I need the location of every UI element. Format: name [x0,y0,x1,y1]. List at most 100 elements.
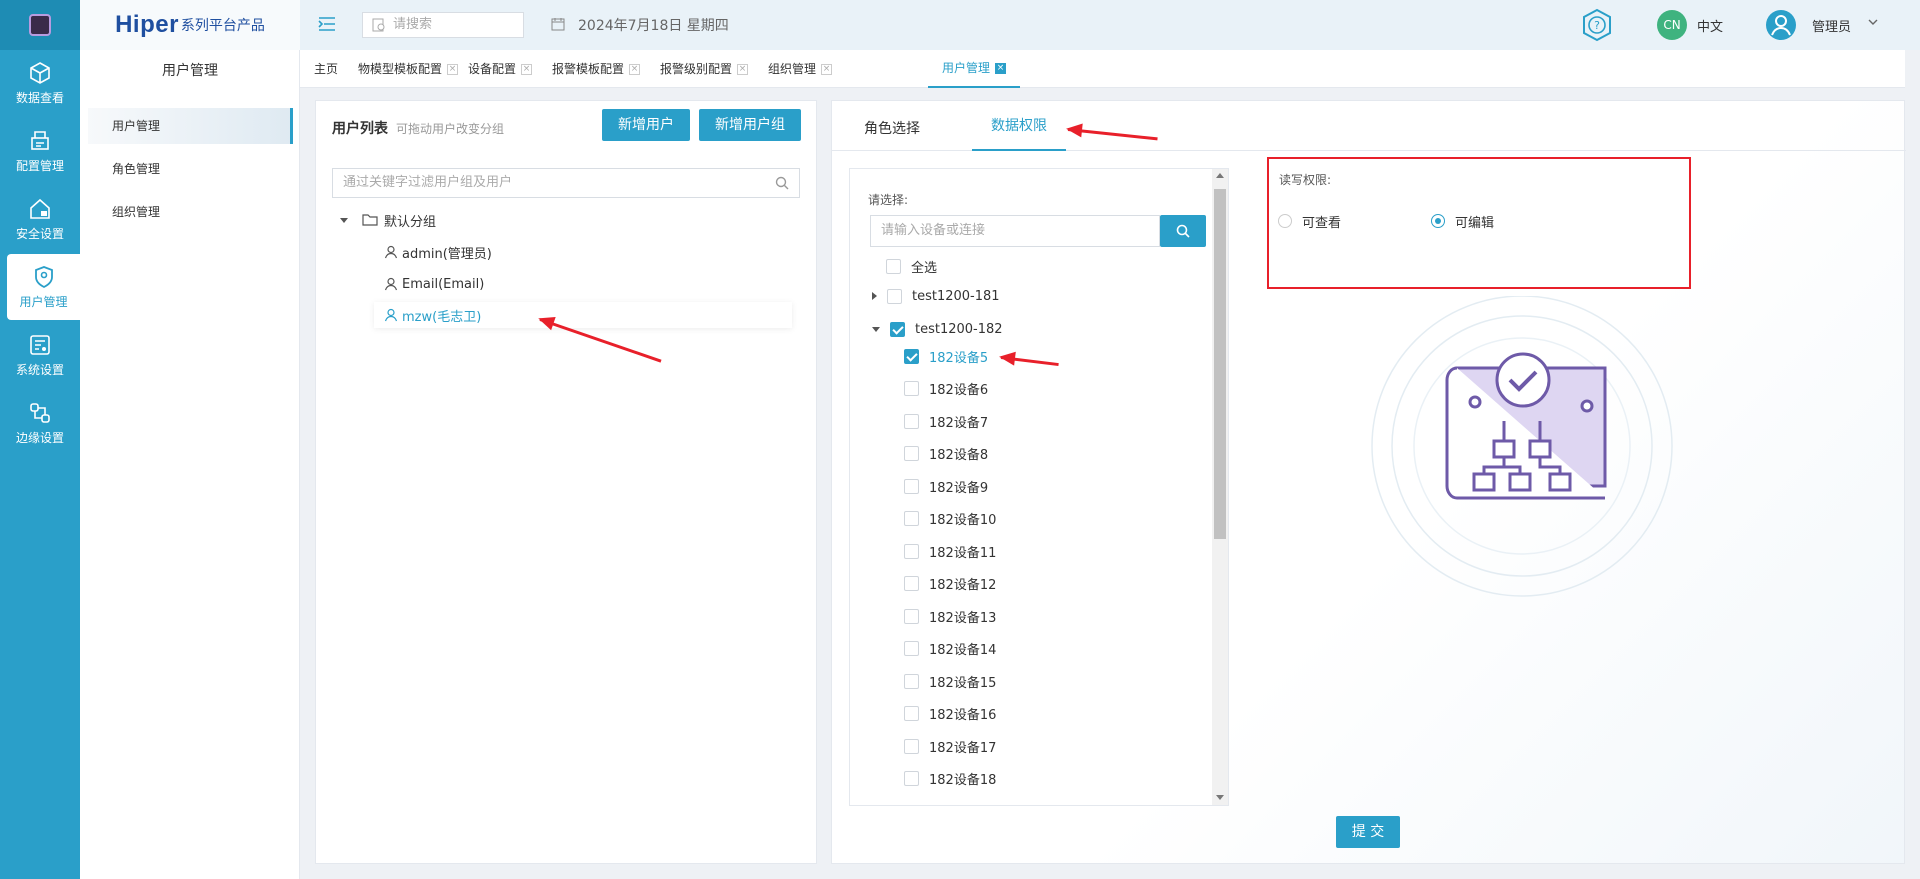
rail-item-label: 边缘设置 [15,430,64,445]
home-lock-icon [30,198,50,219]
node-label: test1200-181 [912,288,1000,304]
submenu-item-role[interactable]: 角色管理 [88,151,293,187]
device-item[interactable]: 182设备10 [904,506,996,532]
device-item[interactable]: 182设备18 [904,766,996,792]
submit-button[interactable]: 提 交 [1336,816,1400,848]
device-item[interactable]: 182设备16 [904,701,996,727]
submenu-item-org[interactable]: 组织管理 [88,194,293,230]
rw-option-edit[interactable]: 可编辑 [1431,208,1494,234]
scrollbar-thumb[interactable] [1214,189,1226,539]
device-checkbox[interactable] [904,673,919,689]
tab-alarm-template[interactable]: 报警模板配置 × [552,50,641,88]
device-search-button[interactable] [1160,215,1206,247]
tab-data-permission[interactable]: 数据权限 [972,101,1066,151]
device-checkbox[interactable] [904,478,919,494]
device-checkbox[interactable] [904,576,919,591]
add-user-button[interactable]: 新增用户 [602,109,690,141]
close-icon[interactable]: × [629,63,641,75]
close-icon[interactable]: × [737,63,749,75]
tab-device-config[interactable]: 设备配置 × [468,50,533,88]
select-all-checkbox[interactable] [886,258,901,274]
add-user-group-button[interactable]: 新增用户组 [699,109,801,141]
global-search-input[interactable]: 请搜索 [362,12,524,38]
device-checkbox[interactable] [904,348,919,364]
tab-org-mgmt[interactable]: 组织管理 × [768,50,833,88]
expand-caret-icon[interactable] [340,217,348,223]
close-icon[interactable]: × [521,63,533,75]
device-group-node[interactable]: test1200-181 [872,283,1000,309]
group-label: 默认分组 [384,214,437,230]
device-item[interactable]: 182设备11 [904,538,996,564]
expand-caret-icon[interactable] [872,292,877,300]
device-checkbox[interactable] [904,608,919,624]
device-checkbox[interactable] [904,446,919,461]
device-item[interactable]: 182设备17 [904,733,996,759]
permission-panel: 角色选择 数据权限 请选择: 请输入设备或连接 全选 test1200-181 t… [831,100,1906,864]
device-checkbox[interactable] [904,543,919,559]
node-label: test1200-182 [915,321,1003,337]
device-checkbox[interactable] [904,511,919,526]
rail-item-edge[interactable]: 边缘设置 [0,390,80,456]
device-item[interactable]: 182设备14 [904,636,996,662]
tab-alarm-level[interactable]: 报警级别配置 × [660,50,749,88]
device-item[interactable]: 182设备12 [904,571,996,597]
device-checkbox[interactable] [904,706,919,721]
rail-item-label: 安全设置 [15,226,64,241]
user-label: Email(Email) [402,276,485,292]
device-checkbox[interactable] [904,738,919,754]
tab-user-mgmt[interactable]: 用户管理 × [928,50,1021,88]
user-node-mzw[interactable]: mzw(毛志卫) [374,302,792,328]
scrollbar[interactable] [1212,169,1228,805]
rail-item-security[interactable]: 安全设置 [0,186,80,252]
close-icon[interactable]: × [821,63,833,75]
rail-item-config[interactable]: 配置管理 [0,118,80,184]
tab-role-select[interactable]: 角色选择 [864,118,920,138]
menu-toggle-icon[interactable] [318,16,336,32]
user-filter-input[interactable]: 通过关键字过滤用户组及用户 [332,168,800,198]
search-icon[interactable] [775,176,789,190]
radio-view[interactable] [1278,214,1292,228]
device-item[interactable]: 182设备6 [904,376,988,402]
device-group-node[interactable]: test1200-182 [872,316,1003,342]
rail-item-system[interactable]: 系统设置 [0,322,80,388]
user-node-admin[interactable]: admin(管理员) [384,239,492,265]
device-item[interactable]: 182设备15 [904,668,996,694]
submenu-item-user[interactable]: 用户管理 [88,108,293,144]
user-group-node[interactable]: 默认分组 [340,207,436,233]
brand-suffix: 系列平台产品 [180,18,265,34]
device-item[interactable]: 182设备9 [904,473,988,499]
rw-option-view[interactable]: 可查看 [1278,208,1341,234]
device-checkbox[interactable] [904,413,919,429]
close-icon[interactable]: × [447,63,459,75]
device-checkbox[interactable] [904,771,919,786]
device-search-input[interactable]: 请输入设备或连接 [870,215,1160,247]
device-item[interactable]: 182设备7 [904,408,988,434]
chevron-down-icon[interactable] [1867,16,1879,28]
settings-panel-icon [30,334,50,355]
device-checkbox[interactable] [904,641,919,656]
select-all-option[interactable]: 全选 [886,253,937,279]
tab-home[interactable]: 主页 [314,50,338,88]
user-name[interactable]: 管理员 [1812,16,1851,35]
close-icon[interactable]: × [995,62,1007,74]
expand-caret-icon[interactable] [872,326,880,332]
language-label[interactable]: 中文 [1697,16,1723,35]
device-item[interactable]: 182设备8 [904,441,988,467]
node-checkbox[interactable] [890,321,905,337]
help-icon[interactable]: ? [1580,8,1614,42]
user-avatar[interactable] [1766,10,1796,40]
rail-item-user-mgmt[interactable]: 用户管理 [7,254,80,320]
node-checkbox[interactable] [887,288,902,304]
device-item[interactable]: 182设备13 [904,603,996,629]
rail-item-data-view[interactable]: 数据查看 [0,50,80,116]
device-checkbox[interactable] [904,381,919,396]
language-badge[interactable]: CN [1657,10,1687,40]
device-label: 182设备15 [929,675,997,691]
device-label: 182设备17 [929,740,997,756]
device-label: 182设备8 [929,448,989,463]
edge-nodes-icon [30,402,50,423]
tab-model-template[interactable]: 物模型模板配置 × [358,50,459,88]
device-item[interactable]: 182设备5 [904,343,988,369]
radio-edit[interactable] [1431,214,1445,228]
user-node-email[interactable]: Email(Email) [384,271,484,297]
